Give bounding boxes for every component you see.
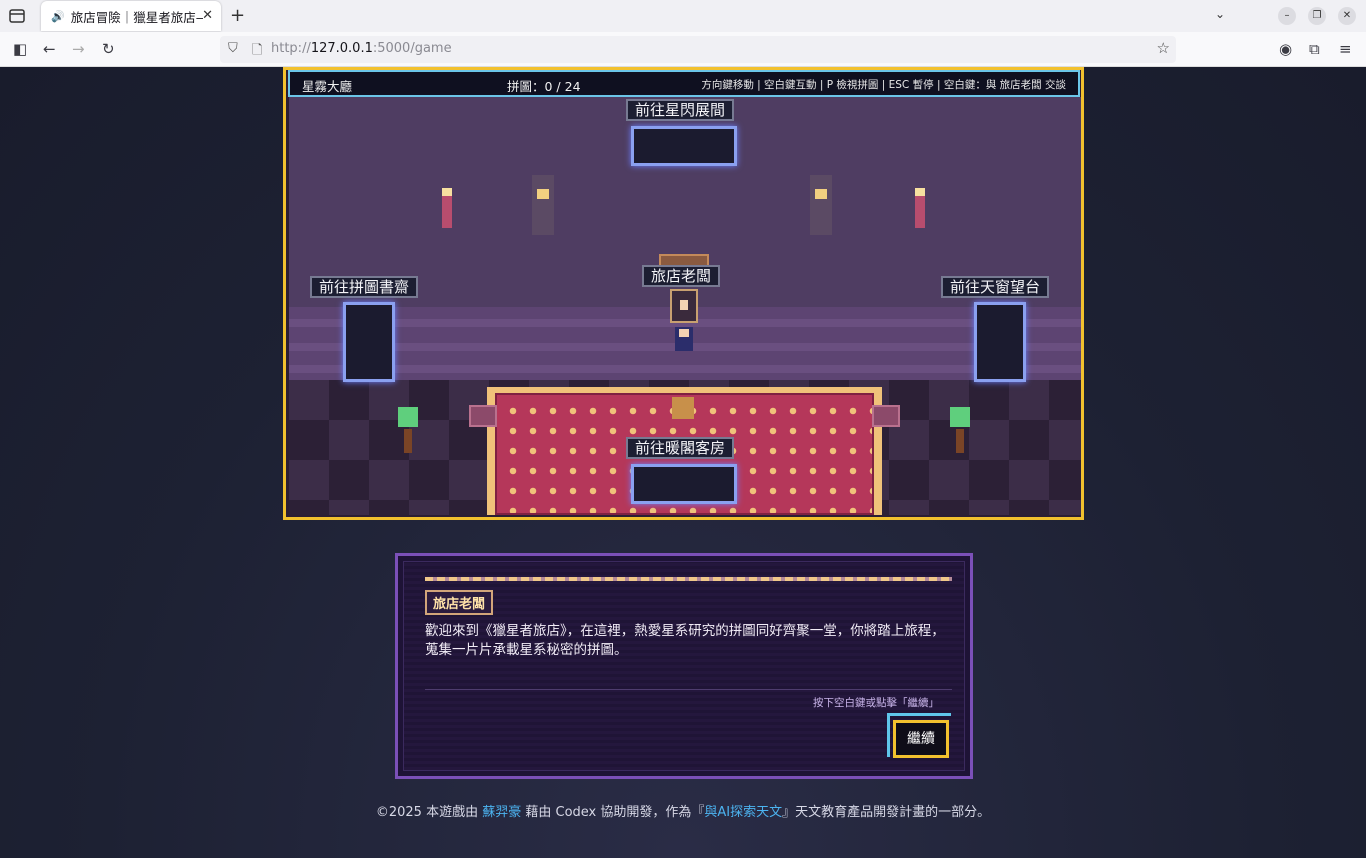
plant-icon: [950, 407, 970, 457]
account-icon[interactable]: ◉: [1279, 40, 1292, 58]
close-icon[interactable]: ✕: [202, 8, 213, 23]
portal-label-top: 前往星閃展間: [626, 99, 735, 121]
footer: ©2025 本遊戲由 蘇羿豪 藉由 Codex 協助開發，作為『與AI探索天文』…: [0, 801, 1366, 820]
url-text[interactable]: http://127.0.0.1:5000/game: [271, 41, 452, 56]
torch-icon: [532, 175, 554, 235]
plant-leaf: [398, 407, 418, 427]
dialog-divider: [425, 689, 952, 690]
portal-door-left[interactable]: [343, 302, 395, 382]
browser-tab[interactable]: 🔊 旅店冒險｜獵星者旅店— ✕: [41, 1, 221, 31]
portal-door-right[interactable]: [974, 302, 1026, 382]
torch-icon: [810, 175, 832, 235]
footer-prefix: ©2025 本遊戲由: [375, 805, 483, 820]
portal-label-bottom: 前往暖閣客房: [626, 437, 735, 459]
location-name: 星霧大廳: [302, 79, 353, 94]
dialog-speaker: 旅店老闆: [425, 590, 494, 615]
restore-button[interactable]: ❐: [1308, 7, 1326, 25]
sidebar-icon[interactable]: ◧: [13, 40, 27, 58]
portal-door-bottom[interactable]: [631, 464, 737, 504]
browser-tab-bar: 🔊 旅店冒險｜獵星者旅店— ✕ + ⌄ – ❐ ✕: [0, 0, 1366, 32]
dialog-text: 歡迎來到《獵星者旅店》，在這裡，熱愛星系研究的拼圖同好齊聚一堂，你將踏上旅程，蒐…: [425, 623, 945, 658]
plant-pot: [404, 429, 412, 453]
window-close-button[interactable]: ✕: [1338, 7, 1356, 25]
page-area: 前往星閃展間 前往拼圖書齋 前往天窗望台 前往暖閣客房 旅店老闆 星霧大廳 拼圖…: [0, 67, 1366, 858]
portal-label-right: 前往天窗望台: [941, 276, 1050, 298]
room-scene: 前往星閃展間 前往拼圖書齋 前往天窗望台 前往暖閣客房 旅店老闆: [289, 97, 1081, 515]
wall-line: [289, 365, 1081, 373]
author-link[interactable]: 蘇羿豪: [482, 805, 521, 820]
minimize-button[interactable]: –: [1278, 7, 1296, 25]
back-icon[interactable]: ←: [43, 40, 56, 58]
game-canvas[interactable]: 前往星閃展間 前往拼圖書齋 前往天窗望台 前往暖閣客房 旅店老闆 星霧大廳 拼圖…: [283, 67, 1084, 520]
npc-label: 旅店老闆: [642, 265, 721, 287]
plant-leaf: [950, 407, 970, 427]
portal-door-top[interactable]: [631, 126, 737, 166]
plus-icon[interactable]: +: [230, 5, 245, 26]
candle-icon: [442, 188, 452, 228]
tab-list-icon[interactable]: [8, 7, 26, 25]
url-bar[interactable]: ⛉ 🗋 http://127.0.0.1:5000/game ☆: [220, 36, 1176, 63]
continue-button[interactable]: 繼續: [893, 720, 949, 758]
footer-suffix: 』天文教育產品開發計畫的一部分。: [782, 805, 991, 820]
shield-icon[interactable]: ⛉: [228, 41, 238, 56]
puzzle-icon[interactable]: ⧉: [1309, 40, 1320, 58]
drum-icon: [872, 405, 900, 427]
puzzle-counter: 拼圖：0 / 24: [507, 79, 581, 94]
tab-title: 旅店冒險｜獵星者旅店—: [70, 9, 203, 25]
star-icon[interactable]: ☆: [1157, 39, 1170, 57]
plant-pot: [956, 429, 964, 453]
dialog-divider-dashed: [425, 577, 952, 581]
dialog-inner: 旅店老闆 歡迎來到《獵星者旅店》，在這裡，熱愛星系研究的拼圖同好齊聚一堂，你將踏…: [403, 561, 965, 771]
browser-nav-bar: ◧ ← → ↻ ⛉ 🗋 http://127.0.0.1:5000/game ☆…: [0, 32, 1366, 67]
portal-label-left: 前往拼圖書齋: [310, 276, 419, 298]
trophy-icon: [672, 397, 694, 419]
plant-icon: [398, 407, 418, 457]
project-link[interactable]: 與AI探索天文: [704, 805, 782, 820]
player-sprite: [675, 327, 693, 351]
reload-icon[interactable]: ↻: [102, 40, 115, 58]
hamburger-icon[interactable]: ≡: [1339, 40, 1352, 58]
dialog-hint: 按下空白鍵或點擊「繼續」: [813, 697, 939, 709]
speaker-icon[interactable]: 🔊: [51, 10, 65, 23]
drum-icon: [469, 405, 497, 427]
game-hud: 星霧大廳 拼圖：0 / 24 方向鍵移動 | 空白鍵互動 | P 檢視拼圖 | …: [288, 70, 1080, 97]
chevron-down-icon[interactable]: ⌄: [1215, 7, 1225, 21]
forward-icon[interactable]: →: [72, 40, 85, 58]
dialog-box: 旅店老闆 歡迎來到《獵星者旅店》，在這裡，熱愛星系研究的拼圖同好齊聚一堂，你將踏…: [395, 553, 973, 779]
page-icon: 🗋: [252, 43, 263, 58]
footer-middle: 藉由 Codex 協助開發，作為『: [521, 805, 705, 820]
innkeeper-sprite[interactable]: [670, 289, 698, 323]
controls-help: 方向鍵移動 | 空白鍵互動 | P 檢視拼圖 | ESC 暫停 | 空白鍵：與 …: [701, 79, 1066, 91]
candle-icon: [915, 188, 925, 228]
